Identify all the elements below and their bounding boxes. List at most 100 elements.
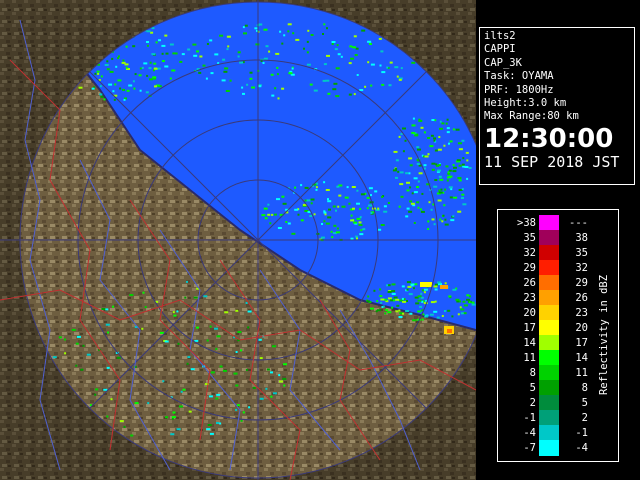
echo-speck xyxy=(159,331,164,334)
echo-speck xyxy=(170,433,175,436)
echo-speck xyxy=(457,210,462,213)
echo-speck xyxy=(401,285,405,288)
echo-speck xyxy=(309,215,313,217)
scan-time: 12:30:00 xyxy=(484,123,614,154)
echo-speck xyxy=(165,416,168,419)
echo-speck xyxy=(434,300,437,303)
echo-speck xyxy=(364,85,367,88)
echo-speck xyxy=(423,164,427,167)
echo-speck xyxy=(207,424,212,426)
echo-speck xyxy=(413,287,415,290)
echo-speck xyxy=(143,62,148,65)
echo-speck xyxy=(153,62,157,65)
echo-speck xyxy=(246,83,249,86)
echo-speck xyxy=(307,211,311,213)
legend-color-swatch xyxy=(539,215,559,231)
echo-speck xyxy=(249,77,253,80)
echo-speck xyxy=(193,296,198,299)
echo-speck xyxy=(466,177,469,180)
echo-speck xyxy=(400,133,403,135)
echo-speck xyxy=(283,34,286,37)
echo-speck xyxy=(391,283,396,286)
echo-speck xyxy=(424,167,426,170)
echo-speck xyxy=(171,416,176,419)
echo-speck xyxy=(323,23,326,26)
echo-speck xyxy=(327,198,329,201)
legend-color-swatch xyxy=(539,410,559,426)
echo-speck xyxy=(389,61,393,64)
echo-speck xyxy=(244,24,248,27)
echo-speck xyxy=(313,213,316,216)
echo-speck xyxy=(285,221,288,223)
echo-speck xyxy=(437,199,442,202)
echo-speck xyxy=(322,33,324,35)
echo-speck xyxy=(152,76,157,79)
legend-lower-bound: -4 xyxy=(523,427,536,439)
echo-speck xyxy=(406,300,408,302)
echo-speck xyxy=(457,142,462,145)
echo-speck xyxy=(269,222,272,225)
echo-speck xyxy=(452,288,457,291)
echo-speck xyxy=(176,428,181,431)
echo-speck xyxy=(336,44,339,47)
echo-speck xyxy=(380,298,385,301)
echo-speck xyxy=(134,402,139,405)
echo-speck xyxy=(457,313,460,316)
echo-speck xyxy=(271,94,275,97)
echo-speck xyxy=(205,77,208,80)
legend-upper-bound: 26 xyxy=(575,292,588,304)
echo-speck xyxy=(395,310,399,313)
echo-speck xyxy=(359,208,362,210)
echo-speck xyxy=(306,63,311,66)
echo-speck xyxy=(101,308,106,310)
echo-speck xyxy=(390,299,394,302)
echo-speck xyxy=(445,165,449,168)
echo-speck xyxy=(405,310,410,312)
echo-speck xyxy=(461,163,465,166)
echo-speck xyxy=(323,220,326,223)
echo-speck xyxy=(279,30,282,33)
echo-speck xyxy=(210,371,215,374)
echo-speck xyxy=(353,93,356,96)
echo-speck xyxy=(351,186,356,188)
echo-speck xyxy=(242,92,245,95)
echo-speck xyxy=(439,120,442,123)
echo-speck xyxy=(366,207,369,210)
echo-speck xyxy=(273,213,277,216)
echo-speck xyxy=(408,210,413,213)
echo-speck xyxy=(106,415,109,418)
echo-speck xyxy=(416,186,419,188)
echo-speck xyxy=(429,145,434,148)
echo-speck xyxy=(292,32,295,35)
legend-upper-bound: 35 xyxy=(575,247,588,259)
echo-speck xyxy=(412,319,417,322)
echo-speck xyxy=(439,218,442,221)
echo-speck xyxy=(431,119,435,121)
echo-speck xyxy=(294,186,297,189)
legend-color-swatch xyxy=(539,365,559,381)
echo-speck xyxy=(443,204,446,207)
echo-speck xyxy=(393,299,395,302)
echo-speck xyxy=(142,291,145,294)
legend-lower-bound: 2 xyxy=(529,397,536,409)
echo-speck xyxy=(276,66,279,69)
echo-speck xyxy=(450,188,453,191)
echo-speck xyxy=(277,227,282,229)
echo-speck xyxy=(94,393,97,396)
echo-speck xyxy=(449,196,453,199)
echo-speck xyxy=(441,220,444,223)
legend-color-swatch xyxy=(539,245,559,261)
echo-speck xyxy=(219,34,224,37)
echo-speck xyxy=(71,328,76,331)
echo-speck xyxy=(419,305,423,308)
legend-color-swatch xyxy=(539,260,559,276)
echo-speck xyxy=(154,85,157,88)
radar-map-view[interactable] xyxy=(0,0,476,480)
echo-speck xyxy=(235,351,238,353)
echo-speck xyxy=(446,118,449,121)
legend-row: 17 20 xyxy=(498,320,594,336)
echo-speck xyxy=(259,397,264,400)
echo-speck xyxy=(346,186,349,189)
echo-speck xyxy=(122,88,125,91)
echo-speck xyxy=(158,39,161,42)
